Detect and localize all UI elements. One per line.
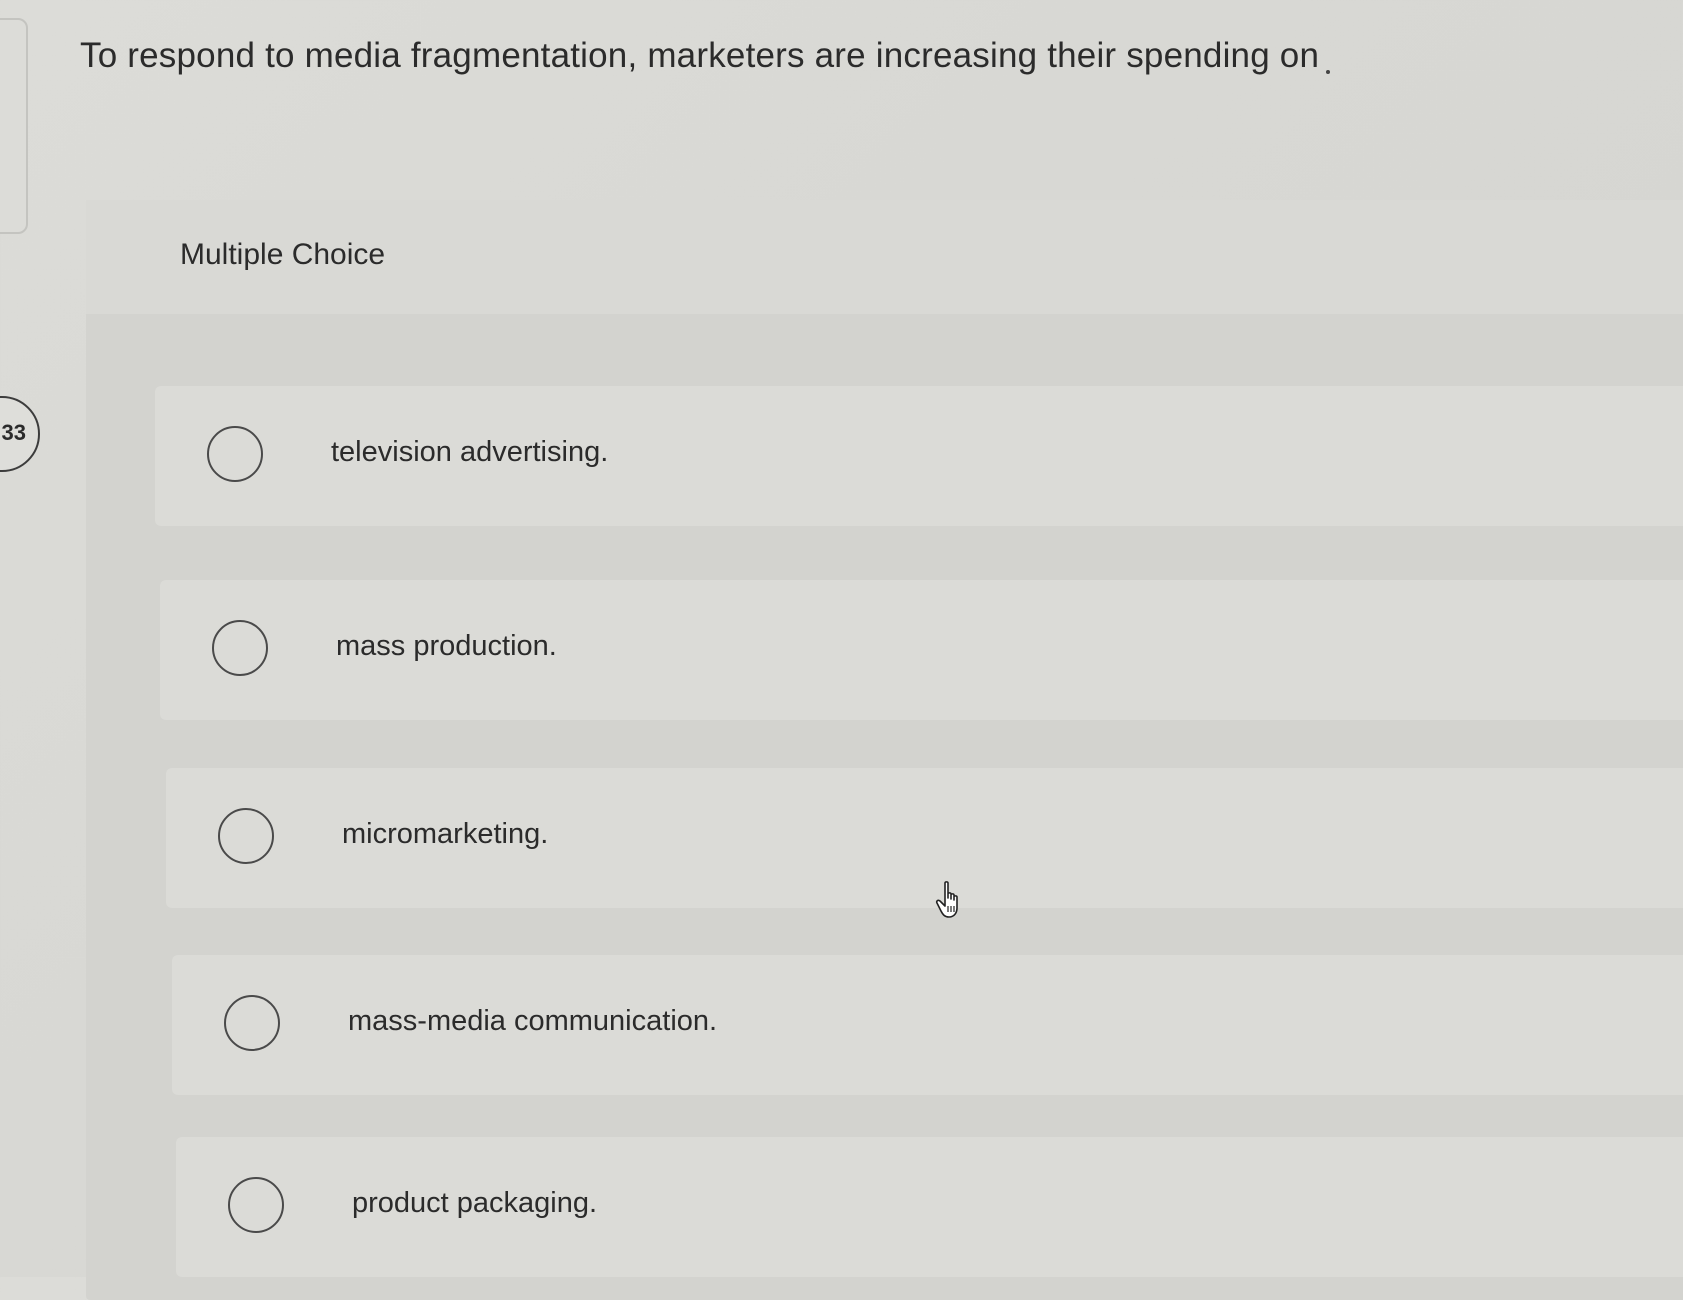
multiple-choice-panel xyxy=(86,200,1683,1300)
question-number: 33 xyxy=(1,420,26,445)
option-mass-media-communication[interactable]: mass-media communication. xyxy=(172,955,1683,1095)
option-micromarketing[interactable]: micromarketing. xyxy=(166,768,1683,908)
hand-pointer-icon xyxy=(935,881,958,918)
radio-button[interactable] xyxy=(212,620,268,676)
option-label: television advertising. xyxy=(331,436,609,468)
blank-marker xyxy=(1326,70,1330,74)
option-mass-production[interactable]: mass production. xyxy=(160,580,1683,720)
option-label: mass production. xyxy=(336,630,557,662)
multiple-choice-label: Multiple Choice xyxy=(180,238,386,271)
radio-button[interactable] xyxy=(228,1177,284,1233)
question-text: To respond to media fragmentation, marke… xyxy=(80,36,1320,75)
option-label: micromarketing. xyxy=(342,818,549,850)
radio-button[interactable] xyxy=(207,426,263,482)
radio-button[interactable] xyxy=(218,808,274,864)
previous-card-edge xyxy=(0,18,28,234)
radio-button[interactable] xyxy=(224,995,280,1051)
option-television-advertising[interactable]: television advertising. xyxy=(155,386,1683,526)
question-number-badge[interactable]: 33 xyxy=(0,396,40,472)
option-label: mass-media communication. xyxy=(348,1005,718,1037)
option-product-packaging[interactable]: product packaging. xyxy=(176,1137,1683,1277)
option-label: product packaging. xyxy=(352,1187,598,1219)
